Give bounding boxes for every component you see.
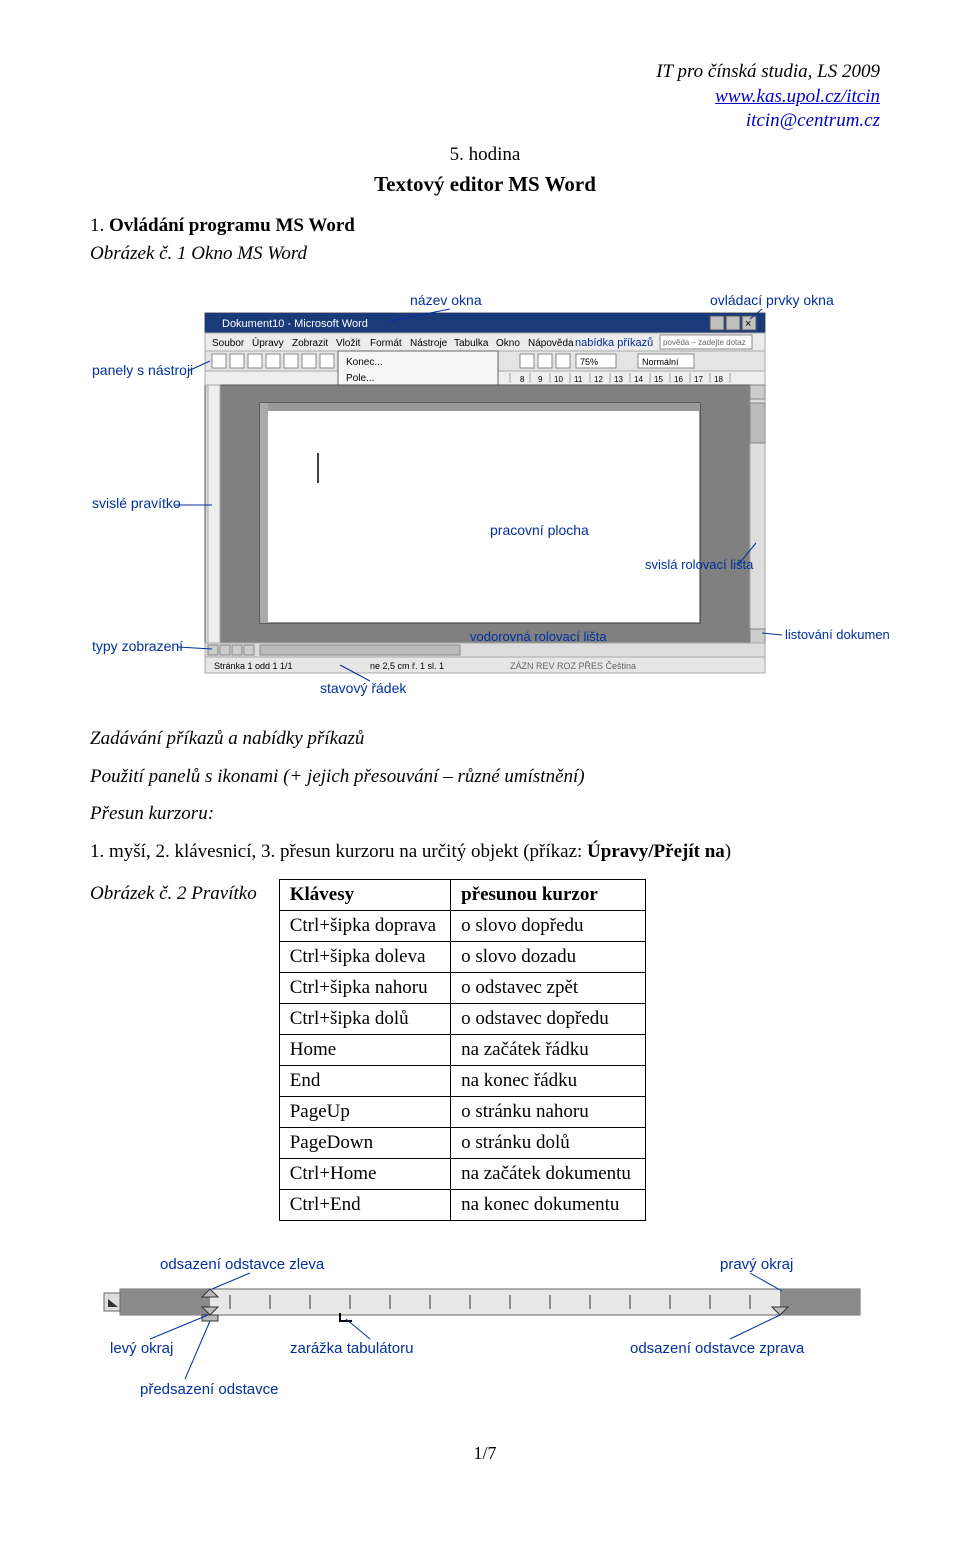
dd1: Pole... bbox=[346, 373, 374, 384]
para2: Použití panelů s ikonami (+ jejich přeso… bbox=[90, 763, 880, 791]
dd0: Konec... bbox=[346, 357, 383, 368]
figure2-caption: Obrázek č. 2 Pravítko bbox=[90, 879, 257, 905]
svg-text:9: 9 bbox=[538, 375, 543, 384]
svg-text:17: 17 bbox=[694, 375, 703, 384]
course-line: IT pro čínská studia, LS 2009 bbox=[90, 60, 880, 85]
menu-napoveda: Nápověda bbox=[528, 338, 574, 349]
menu-tabulka: Tabulka bbox=[454, 338, 489, 349]
style-text: Normální bbox=[642, 357, 679, 367]
min-button bbox=[710, 316, 724, 330]
figure1-caption: Obrázek č. 1 Okno MS Word bbox=[90, 243, 880, 265]
para3: Přesun kurzoru: bbox=[90, 800, 880, 828]
page-number: 1/7 bbox=[90, 1443, 880, 1464]
para4-bold: Úpravy/Přejít na bbox=[587, 841, 725, 862]
toolbar-icons bbox=[212, 354, 334, 368]
course-email[interactable]: itcin@centrum.cz bbox=[746, 110, 880, 131]
label-panely: panely s nástroji bbox=[92, 362, 193, 378]
label-stavovy: stavový řádek bbox=[320, 680, 407, 696]
ruler-right-margin bbox=[780, 1289, 860, 1315]
th-presunou: přesunou kurzor bbox=[451, 880, 646, 911]
ruler-left-margin bbox=[120, 1289, 210, 1315]
label-pravy: pravý okraj bbox=[720, 1256, 793, 1273]
label-nazev: název okna bbox=[410, 292, 482, 308]
label-svisle: svislé pravítko bbox=[92, 495, 181, 511]
label-preds: předsazení odstavce bbox=[140, 1381, 278, 1398]
menu-upravy: Úpravy bbox=[252, 336, 284, 349]
table-row: Ctrl+Homena začátek dokumentu bbox=[279, 1159, 645, 1190]
th-klavesy: Klávesy bbox=[279, 880, 450, 911]
label-nabidka-top: nabídka příkazů bbox=[575, 337, 653, 349]
table-row: PageDowno stránku dolů bbox=[279, 1128, 645, 1159]
para1: Zadávání příkazů a nabídky příkazů bbox=[90, 725, 880, 753]
zoom-text: 75% bbox=[580, 357, 598, 367]
label-ovladaci: ovládací prvky okna bbox=[710, 292, 834, 308]
close-x: × bbox=[745, 318, 751, 330]
svg-text:14: 14 bbox=[634, 375, 643, 384]
figure1: panely s nástroji svislé pravítko typy z… bbox=[90, 283, 890, 703]
svg-text:11: 11 bbox=[574, 375, 583, 384]
section-number: 1. bbox=[90, 215, 104, 236]
label-odsaz-zleva: odsazení odstavce zleva bbox=[160, 1256, 325, 1273]
label-typy: typy zobrazení bbox=[92, 638, 183, 654]
table-row: Ctrl+Endna konec dokumentu bbox=[279, 1190, 645, 1221]
svg-text:18: 18 bbox=[714, 375, 723, 384]
menu-okno: Okno bbox=[496, 338, 520, 349]
svg-text:16: 16 bbox=[674, 375, 683, 384]
title-text: Dokument10 - Microsoft Word bbox=[222, 318, 368, 330]
menu-zobrazit: Zobrazit bbox=[292, 338, 328, 349]
table-row: Ctrl+šipka nahoruo odstavec zpět bbox=[279, 973, 645, 1004]
keys-block: Obrázek č. 2 Pravítko Klávesy přesunou k… bbox=[90, 879, 880, 1221]
section-title: Ovládání programu MS Word bbox=[109, 215, 355, 236]
label-levy: levý okraj bbox=[110, 1340, 173, 1357]
para4-prefix: 1. myší, 2. klávesnicí, 3. přesun kurzor… bbox=[90, 841, 587, 862]
hscroll-thumb bbox=[260, 645, 460, 655]
table-row: Homena začátek řádku bbox=[279, 1035, 645, 1066]
menu-format: Formát bbox=[370, 338, 402, 349]
keys-table: Klávesy přesunou kurzor Ctrl+šipka dopra… bbox=[279, 879, 646, 1221]
page-header: IT pro čínská studia, LS 2009 www.kas.up… bbox=[90, 60, 880, 134]
menu-vlozit: Vložit bbox=[336, 338, 361, 349]
menu-soubor: Soubor bbox=[212, 338, 245, 349]
label-zarazka: zarážka tabulátoru bbox=[290, 1340, 413, 1357]
table-row: Ctrl+šipka dolůo odstavec dopředu bbox=[279, 1004, 645, 1035]
label-listovani1: listování dokumentem bbox=[785, 627, 890, 642]
status-mid: ne 2,5 cm ř. 1 sl. 1 bbox=[370, 661, 444, 671]
svg-text:12: 12 bbox=[594, 375, 603, 384]
max-button bbox=[726, 316, 740, 330]
doc-page bbox=[260, 403, 700, 623]
svg-text:15: 15 bbox=[654, 375, 663, 384]
figure2: odsazení odstavce zleva pravý okraj bbox=[90, 1249, 890, 1419]
vruler bbox=[208, 385, 220, 643]
course-url[interactable]: www.kas.upol.cz/itcin bbox=[715, 86, 880, 107]
ruler-body bbox=[120, 1289, 860, 1315]
figure2-svg: odsazení odstavce zleva pravý okraj bbox=[90, 1249, 890, 1419]
svg-text:13: 13 bbox=[614, 375, 623, 384]
table-row: PageUpo stránku nahoru bbox=[279, 1097, 645, 1128]
menu-nastroje: Nástroje bbox=[410, 338, 448, 349]
section-heading: 1. Ovládání programu MS Word bbox=[90, 215, 880, 237]
left-indent bbox=[202, 1315, 218, 1321]
para4: 1. myší, 2. klávesnicí, 3. přesun kurzor… bbox=[90, 838, 880, 866]
status-left: Stránka 1 odd 1 1/1 bbox=[214, 661, 293, 671]
body-text: Zadávání příkazů a nabídky příkazů Použi… bbox=[90, 725, 880, 865]
table-row: Endna konec řádku bbox=[279, 1066, 645, 1097]
tab-selector bbox=[104, 1293, 120, 1311]
svg-text:10: 10 bbox=[554, 375, 563, 384]
vscroll-thumb bbox=[750, 403, 765, 443]
page-title: Textový editor MS Word bbox=[90, 172, 880, 197]
status-right: ZÁZN REV ROZ PŘES Čeština bbox=[510, 661, 636, 671]
svg-text:8: 8 bbox=[520, 375, 525, 384]
table-row: Ctrl+šipka dolevao slovo dozadu bbox=[279, 942, 645, 973]
help-hint: pověda – zadejte dotaz bbox=[663, 338, 746, 347]
lesson-number: 5. hodina bbox=[90, 144, 880, 166]
table-header-row: Klávesy přesunou kurzor bbox=[279, 880, 645, 911]
label-vodor-lista: vodorovná rolovací lišta bbox=[470, 629, 607, 644]
table-row: Ctrl+šipka dopravao slovo dopředu bbox=[279, 911, 645, 942]
para4-suffix: ) bbox=[725, 841, 731, 862]
label-pracovni: pracovní plocha bbox=[490, 522, 589, 538]
label-odsaz-zprava: odsazení odstavce zprava bbox=[630, 1340, 805, 1357]
figure1-svg: panely s nástroji svislé pravítko typy z… bbox=[90, 283, 890, 703]
document-page: IT pro čínská studia, LS 2009 www.kas.up… bbox=[0, 0, 960, 1504]
